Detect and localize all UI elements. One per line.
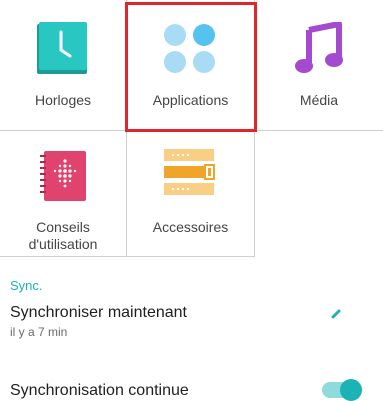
tile-clocks-label: Horloges: [34, 92, 92, 108]
tile-clocks[interactable]: Horloges: [0, 0, 127, 131]
settings-grid: Horloges Applications Média Conseils d'u…: [0, 0, 383, 260]
tile-tips-label: Conseils d'utilisation: [0, 219, 126, 253]
tile-accessories-label: Accessoires: [152, 219, 229, 235]
sync-progress-icon[interactable]: [331, 309, 341, 319]
tile-media[interactable]: Média: [255, 0, 383, 131]
music-note-icon: [295, 22, 343, 73]
apps-grid-icon: [164, 24, 215, 73]
tile-apps[interactable]: Applications: [127, 0, 255, 131]
band-icon: [164, 149, 215, 195]
notebook-icon: [40, 151, 86, 201]
clock-icon: [37, 22, 87, 74]
sync-section-title: Sync.: [10, 278, 43, 293]
tile-tips-label-line2: d'utilisation: [28, 236, 98, 252]
tile-accessories[interactable]: Accessoires: [127, 131, 255, 257]
tile-tips[interactable]: Conseils d'utilisation: [0, 131, 127, 257]
sync-now-title[interactable]: Synchroniser maintenant: [10, 304, 187, 322]
continuous-sync-toggle[interactable]: [322, 379, 362, 401]
continuous-sync-title[interactable]: Synchronisation continue: [10, 382, 189, 400]
tile-apps-label: Applications: [152, 92, 229, 108]
tile-media-label: Média: [299, 92, 339, 108]
sync-now-subtitle: il y a 7 min: [10, 325, 68, 339]
toggle-knob: [340, 379, 362, 401]
tile-tips-label-line1: Conseils: [36, 219, 90, 235]
